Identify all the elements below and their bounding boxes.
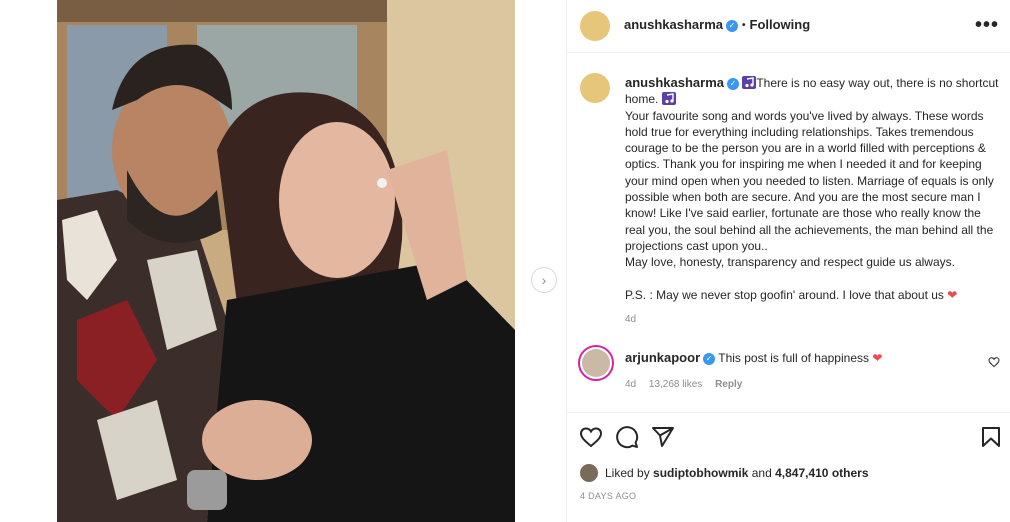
- separator-dot: •: [742, 20, 746, 32]
- author-line: anushkasharma ✓ • Following: [624, 17, 810, 32]
- author-username[interactable]: anushkasharma: [624, 17, 723, 32]
- post-caption: anushkasharma ✓ There is no easy way out,…: [625, 75, 1001, 303]
- red-heart-icon: ❤: [947, 287, 958, 302]
- caption-body: Your favourite song and words you've liv…: [625, 108, 994, 253]
- post-actions: Liked by sudiptobhowmik and 4,847,410 ot…: [567, 412, 1010, 522]
- heart-icon[interactable]: [988, 356, 1000, 368]
- reply-button[interactable]: Reply: [715, 379, 742, 390]
- chevron-right-icon: ›: [541, 272, 547, 288]
- post-detail-panel: anushkasharma ✓ • Following ••• anushkashar…: [566, 0, 1010, 522]
- post-photo[interactable]: [57, 0, 515, 522]
- caption-avatar[interactable]: [580, 73, 610, 103]
- caption-username[interactable]: anushkasharma: [625, 75, 724, 90]
- likes-prefix: Liked by: [605, 466, 650, 480]
- likes-and: and: [751, 466, 772, 480]
- post-media-area: ›: [0, 0, 566, 522]
- comment-body: This post is full of happiness: [718, 351, 869, 365]
- share-icon[interactable]: [651, 425, 675, 449]
- caption-age: 4d: [625, 314, 637, 325]
- music-emoji-icon: [661, 92, 676, 106]
- more-icon[interactable]: •••: [975, 14, 999, 37]
- caption-love-line: May love, honesty, transparency and resp…: [625, 255, 955, 270]
- verified-icon: ✓: [726, 19, 738, 32]
- caption-ps: P.S. : May we never stop goofin' around.…: [625, 287, 944, 302]
- comment-text: arjunkapoor ✓ This post is full of happin…: [625, 350, 882, 365]
- heart-icon[interactable]: [579, 425, 603, 449]
- comment-icon[interactable]: [615, 425, 639, 449]
- comment-likes[interactable]: 13,268 likes: [649, 379, 702, 390]
- bookmark-icon[interactable]: [979, 425, 1003, 449]
- liker-username[interactable]: sudiptobhowmik: [653, 466, 748, 480]
- post-header: anushkasharma ✓ • Following •••: [567, 0, 1010, 53]
- author-avatar[interactable]: [580, 11, 610, 41]
- post-date: 4 DAYS AGO: [580, 491, 637, 501]
- comment-age: 4d: [625, 379, 637, 390]
- commenter-avatar[interactable]: [578, 345, 614, 381]
- music-emoji-icon: [742, 76, 757, 89]
- verified-icon: ✓: [727, 77, 739, 90]
- liker-avatar[interactable]: [580, 464, 598, 482]
- likes-others[interactable]: 4,847,410 others: [775, 466, 868, 480]
- red-heart-icon: ❤: [872, 351, 883, 365]
- comment-meta: 4d 13,268 likes Reply: [625, 379, 752, 390]
- following-button[interactable]: Following: [750, 17, 811, 32]
- commenter-username[interactable]: arjunkapoor: [625, 350, 700, 365]
- likes-summary: Liked by sudiptobhowmik and 4,847,410 ot…: [580, 464, 869, 482]
- verified-icon: ✓: [703, 352, 716, 365]
- next-photo-button[interactable]: ›: [531, 267, 557, 293]
